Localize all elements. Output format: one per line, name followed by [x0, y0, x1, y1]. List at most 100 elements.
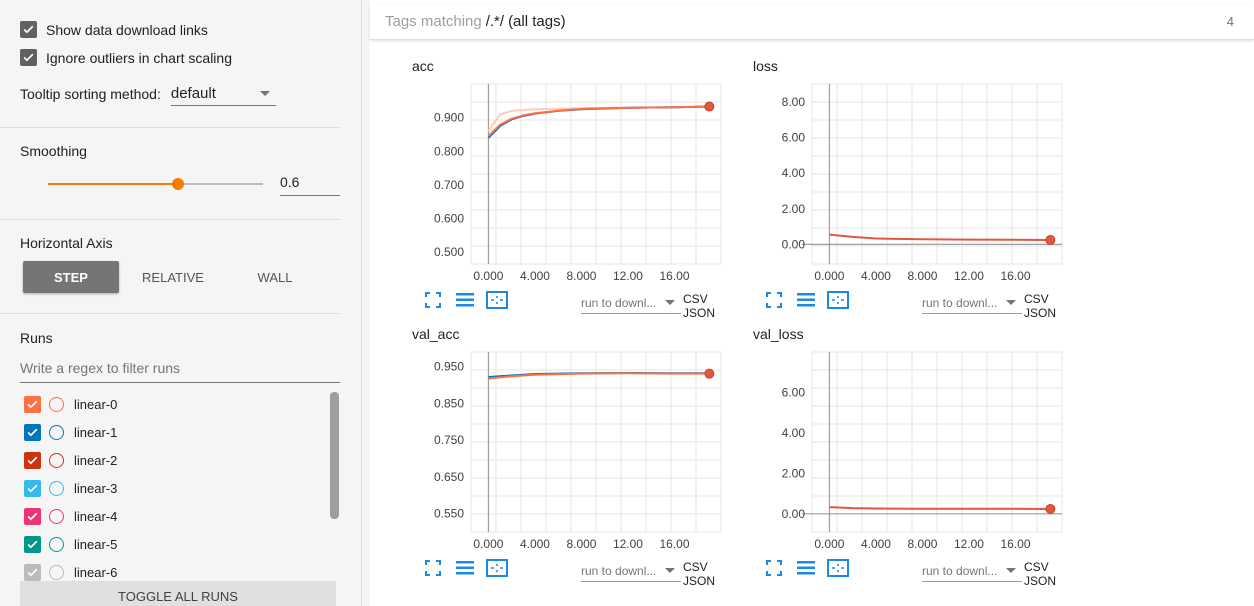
run-item[interactable]: linear-2 [24, 450, 117, 470]
run-download-placeholder: run to downl... [922, 295, 998, 310]
chart-plot[interactable]: 0.00 2.00 4.00 6.00 0.000 4.000 8.000 12.00 16.0… [732, 342, 1067, 552]
show-download-links-checkbox[interactable]: Show data download links [20, 21, 208, 38]
x-tick-label: 12.00 [954, 537, 984, 551]
csv-link[interactable]: CSV [1024, 292, 1049, 306]
series-line[interactable] [829, 233, 1051, 241]
fit-domain-icon[interactable] [826, 558, 850, 578]
run-color-radio[interactable] [49, 508, 64, 524]
smoothing-input[interactable]: 0.6 [280, 174, 340, 196]
fullscreen-icon[interactable] [762, 290, 786, 310]
runs-filter-input[interactable]: Write a regex to filter runs [20, 360, 340, 383]
csv-link[interactable]: CSV [683, 292, 708, 306]
series-line[interactable] [487, 105, 710, 139]
checkbox-checked-icon[interactable] [20, 21, 37, 38]
dropdown-caret-icon [1006, 568, 1016, 573]
fit-domain-icon[interactable] [826, 290, 850, 310]
x-tick-label: 4.000 [520, 537, 550, 551]
csv-link[interactable]: CSV [683, 560, 708, 574]
y-tick-label: 0.650 [434, 470, 464, 484]
axis-relative-button[interactable]: RELATIVE [125, 261, 221, 293]
series-end-point[interactable] [704, 101, 715, 112]
chart-card-acc: acc 0.500 0.600 0.700 0.800 0.900 0.000 4.000 8.… [391, 58, 726, 320]
chart-card-val-loss: val_loss 0.00 2.00 4.00 6.00 0.000 4.000 8.000 1… [732, 326, 1067, 588]
y-tick-label: 0.950 [434, 360, 464, 374]
series-line[interactable] [829, 506, 1051, 510]
fullscreen-icon[interactable] [421, 558, 445, 578]
log-scale-icon[interactable] [453, 290, 477, 310]
run-color-radio[interactable] [49, 396, 64, 412]
x-tick-label: 4.000 [520, 269, 550, 283]
y-tick-label: 2.00 [782, 202, 806, 216]
checkbox-checked-icon[interactable] [20, 49, 37, 66]
divider [0, 127, 340, 128]
ignore-outliers-label: Ignore outliers in chart scaling [46, 49, 232, 66]
series-end-point[interactable] [704, 368, 715, 379]
run-download-select[interactable]: run to downl... [922, 560, 1022, 582]
run-download-placeholder: run to downl... [922, 563, 998, 578]
run-checkbox[interactable] [24, 423, 41, 441]
run-checkbox[interactable] [24, 479, 41, 497]
smoothing-slider-knob[interactable] [172, 178, 184, 190]
axis-step-button[interactable]: STEP [23, 261, 119, 293]
run-item[interactable]: linear-4 [24, 506, 117, 526]
log-scale-icon[interactable] [794, 290, 818, 310]
run-download-select[interactable]: run to downl... [922, 292, 1022, 314]
run-download-select[interactable]: run to downl... [581, 560, 681, 582]
tooltip-sorting-row: Tooltip sorting method: default [20, 82, 276, 106]
divider [0, 313, 340, 314]
run-color-radio[interactable] [49, 536, 64, 552]
run-checkbox[interactable] [24, 563, 41, 581]
ignore-outliers-checkbox[interactable]: Ignore outliers in chart scaling [20, 49, 232, 66]
x-tick-label: 16.00 [1000, 269, 1030, 283]
tooltip-sorting-select[interactable]: default [170, 82, 276, 106]
chart-plot[interactable]: 0.00 2.00 4.00 6.00 8.00 0.000 4.000 8.000 12.00… [732, 74, 1067, 284]
run-checkbox[interactable] [24, 535, 41, 553]
y-tick-label: 0.600 [434, 212, 464, 226]
x-tick-label: 0.000 [814, 537, 844, 551]
y-tick-label: 0.00 [782, 237, 806, 251]
fit-domain-icon[interactable] [485, 558, 509, 578]
json-link[interactable]: JSON [1024, 574, 1056, 588]
fit-domain-icon[interactable] [485, 290, 509, 310]
json-link[interactable]: JSON [683, 306, 715, 320]
run-color-radio[interactable] [49, 480, 64, 496]
log-scale-icon[interactable] [453, 558, 477, 578]
fullscreen-icon[interactable] [762, 558, 786, 578]
csv-link[interactable]: CSV [1024, 560, 1049, 574]
run-item[interactable]: linear-6 [24, 562, 117, 582]
run-color-radio[interactable] [49, 452, 64, 468]
download-links: CSV JSON [1024, 292, 1067, 320]
series-end-point[interactable] [1045, 503, 1056, 514]
series-end-point[interactable] [1045, 234, 1056, 245]
axis-wall-button[interactable]: WALL [227, 261, 323, 293]
y-tick-label: 0.800 [434, 144, 464, 158]
runs-scrollbar[interactable] [330, 392, 339, 519]
chart-toolbar [421, 558, 517, 578]
chart-title: loss [753, 58, 778, 74]
x-tick-label: 0.000 [814, 269, 844, 283]
json-link[interactable]: JSON [683, 574, 715, 588]
tags-pattern[interactable]: /.*/ [486, 13, 504, 30]
y-tick-label: 4.00 [782, 166, 806, 180]
divider [0, 219, 340, 220]
chart-plot[interactable]: 0.550 0.650 0.750 0.850 0.950 0.000 4.000 8.000… [391, 342, 726, 552]
run-item[interactable]: linear-3 [24, 478, 117, 498]
run-checkbox[interactable] [24, 507, 41, 525]
run-download-select[interactable]: run to downl... [581, 292, 681, 314]
run-item[interactable]: linear-0 [24, 394, 117, 414]
run-checkbox[interactable] [24, 395, 41, 413]
run-color-radio[interactable] [49, 424, 64, 440]
y-tick-label: 4.00 [782, 426, 806, 440]
fullscreen-icon[interactable] [421, 290, 445, 310]
toggle-all-runs-button[interactable]: TOGGLE ALL RUNS [20, 581, 336, 606]
chart-toolbar [762, 558, 858, 578]
run-checkbox[interactable] [24, 451, 41, 469]
json-link[interactable]: JSON [1024, 306, 1056, 320]
run-color-radio[interactable] [49, 564, 64, 580]
run-item[interactable]: linear-5 [24, 534, 117, 554]
chart-title: acc [412, 58, 434, 74]
run-item[interactable]: linear-1 [24, 422, 117, 442]
log-scale-icon[interactable] [794, 558, 818, 578]
show-download-links-label: Show data download links [46, 21, 208, 38]
chart-plot[interactable]: 0.500 0.600 0.700 0.800 0.900 0.000 4.000 8.000… [391, 74, 726, 284]
